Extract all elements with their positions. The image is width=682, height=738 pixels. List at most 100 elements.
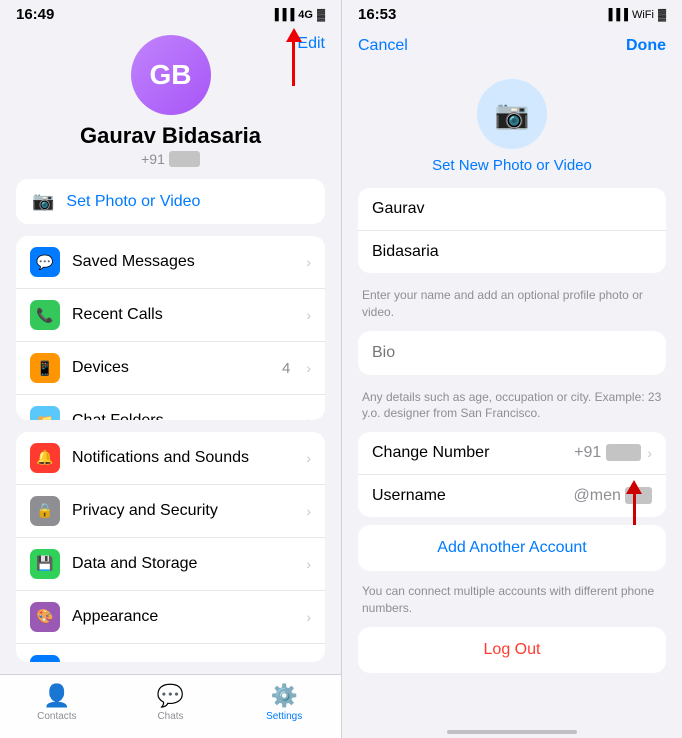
- settings-icon: ⚙️: [270, 683, 297, 709]
- arrow-head: [286, 28, 302, 42]
- bio-form-card: [358, 331, 666, 375]
- notifications-label: Notifications and Sounds: [72, 449, 294, 467]
- language-value: English: [245, 661, 294, 662]
- data-storage-icon: 💾: [30, 549, 60, 579]
- account-hint: You can connect multiple accounts with d…: [358, 579, 666, 627]
- devices-badge: 4: [282, 360, 290, 377]
- tab-chats[interactable]: 💬 Chats: [114, 683, 228, 722]
- camera-icon: 📷: [32, 191, 54, 212]
- last-name-input[interactable]: [358, 231, 666, 273]
- language-icon: 🌐: [30, 655, 60, 662]
- home-indicator: [447, 730, 577, 734]
- bio-input[interactable]: [358, 331, 666, 375]
- privacy-label: Privacy and Security: [72, 502, 294, 520]
- avatar: GB: [131, 35, 211, 115]
- arrow-shaft: [292, 41, 295, 86]
- set-photo-label: Set Photo or Video: [66, 193, 200, 211]
- chevron-icon: ›: [306, 413, 311, 420]
- tab-contacts[interactable]: 👤 Contacts: [0, 683, 114, 722]
- chevron-icon: ›: [306, 307, 311, 323]
- chevron-icon: ›: [306, 503, 311, 519]
- username-label: Username: [372, 487, 574, 505]
- cancel-button[interactable]: Cancel: [358, 37, 408, 55]
- contacts-icon: 👤: [43, 683, 70, 709]
- set-new-photo-label[interactable]: Set New Photo or Video: [358, 157, 666, 174]
- add-account-container: Add Another Account: [358, 525, 666, 571]
- signal-icon: ▐▐▐: [271, 9, 294, 21]
- saved-messages-icon: 💬: [30, 247, 60, 277]
- notifications-icon: 🔔: [30, 443, 60, 473]
- camera-upload-button[interactable]: 📷: [477, 79, 547, 149]
- set-photo-button[interactable]: 📷 Set Photo or Video: [16, 179, 325, 224]
- right-time: 16:53: [358, 6, 396, 23]
- name-form-card: [358, 188, 666, 273]
- username-row[interactable]: Username @men: [358, 475, 666, 517]
- menu-item-saved-messages[interactable]: 💬 Saved Messages ›: [16, 236, 325, 289]
- logout-button[interactable]: Log Out: [358, 627, 666, 673]
- devices-label: Devices: [72, 359, 270, 377]
- change-number-value: +91: [574, 444, 641, 462]
- number-blurred: [606, 444, 642, 461]
- tab-contacts-label: Contacts: [37, 711, 76, 722]
- camera-icon: 📷: [495, 98, 530, 131]
- left-panel: 16:49 ▐▐▐ 4G ▓ Edit GB Gaurav Bidasaria …: [0, 0, 341, 738]
- chevron-icon: ›: [306, 450, 311, 466]
- name-hint: Enter your name and add an optional prof…: [358, 281, 666, 331]
- chevron-icon: ›: [306, 360, 311, 376]
- change-number-row[interactable]: Change Number +91 ›: [358, 432, 666, 475]
- right-nav: Cancel Done: [342, 27, 682, 63]
- menu-item-appearance[interactable]: 🎨 Appearance ›: [16, 591, 325, 644]
- network-icon: 4G: [298, 9, 313, 21]
- tab-settings[interactable]: ⚙️ Settings: [227, 683, 341, 722]
- left-status-icons: ▐▐▐ 4G ▓: [271, 9, 325, 21]
- right-panel: 16:53 ▐▐▐ WiFi ▓ Cancel Done 📷 Set New P…: [341, 0, 682, 738]
- menu-item-language[interactable]: 🌐 Language English ›: [16, 644, 325, 662]
- privacy-icon: 🔒: [30, 496, 60, 526]
- right-wifi-icon: WiFi: [632, 9, 654, 21]
- menu-item-data-storage[interactable]: 💾 Data and Storage ›: [16, 538, 325, 591]
- saved-messages-label: Saved Messages: [72, 253, 294, 271]
- language-label: Language: [72, 661, 233, 662]
- right-status-icons: ▐▐▐ WiFi ▓: [605, 9, 666, 21]
- right-signal-icon: ▐▐▐: [605, 9, 628, 21]
- battery-icon: ▓: [317, 9, 325, 21]
- chevron-icon: ›: [306, 556, 311, 572]
- chevron-icon: ›: [306, 254, 311, 270]
- phone-blurred: [169, 151, 200, 167]
- chevron-icon: ›: [306, 609, 311, 625]
- right-battery-icon: ▓: [658, 9, 666, 21]
- chats-icon: 💬: [157, 683, 184, 709]
- left-status-bar: 16:49 ▐▐▐ 4G ▓: [0, 0, 341, 27]
- menu-item-recent-calls[interactable]: 📞 Recent Calls ›: [16, 289, 325, 342]
- profile-phone: +91: [141, 151, 200, 167]
- right-arrow-head: [626, 480, 642, 494]
- appearance-icon: 🎨: [30, 602, 60, 632]
- menu-item-privacy[interactable]: 🔒 Privacy and Security ›: [16, 485, 325, 538]
- avatar-initials: GB: [150, 59, 192, 91]
- data-storage-label: Data and Storage: [72, 555, 294, 573]
- chevron-icon: ›: [647, 445, 652, 461]
- done-button[interactable]: Done: [626, 37, 666, 55]
- menu-item-notifications[interactable]: 🔔 Notifications and Sounds ›: [16, 432, 325, 485]
- menu-section-1: 💬 Saved Messages › 📞 Recent Calls › 📱 De…: [16, 236, 325, 420]
- tab-chats-label: Chats: [157, 711, 183, 722]
- chat-folders-icon: 📁: [30, 406, 60, 420]
- account-info-card: Change Number +91 › Username @men: [358, 432, 666, 517]
- chat-folders-label: Chat Folders: [72, 412, 294, 420]
- menu-item-devices[interactable]: 📱 Devices 4 ›: [16, 342, 325, 395]
- appearance-label: Appearance: [72, 608, 294, 626]
- menu-item-chat-folders[interactable]: 📁 Chat Folders ›: [16, 395, 325, 420]
- bio-hint: Any details such as age, occupation or c…: [358, 383, 666, 433]
- right-status-bar: 16:53 ▐▐▐ WiFi ▓: [342, 0, 682, 27]
- profile-name: Gaurav Bidasaria: [80, 123, 261, 149]
- profile-header: Edit GB Gaurav Bidasaria +91: [0, 27, 341, 179]
- menu-section-2: 🔔 Notifications and Sounds › 🔒 Privacy a…: [16, 432, 325, 662]
- change-number-label: Change Number: [372, 444, 574, 462]
- add-account-button[interactable]: Add Another Account: [358, 525, 666, 571]
- recent-calls-icon: 📞: [30, 300, 60, 330]
- tab-settings-label: Settings: [266, 711, 302, 722]
- first-name-input[interactable]: [358, 188, 666, 231]
- recent-calls-label: Recent Calls: [72, 306, 294, 324]
- devices-icon: 📱: [30, 353, 60, 383]
- tab-bar: 👤 Contacts 💬 Chats ⚙️ Settings: [0, 674, 341, 738]
